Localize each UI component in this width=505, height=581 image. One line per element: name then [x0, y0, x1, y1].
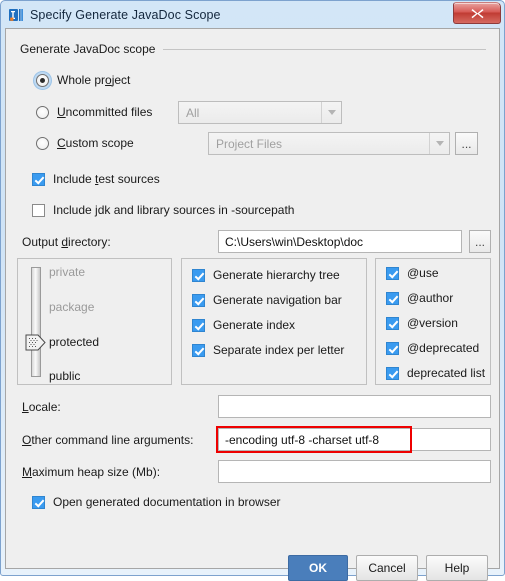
checkbox-open-in-browser-box[interactable]	[32, 495, 45, 509]
checkbox-tag-author[interactable]: @author	[386, 291, 453, 305]
checkbox-tag-version[interactable]: @version	[386, 316, 458, 330]
checkbox-include-jdk-library-sources-box[interactable]	[32, 203, 45, 217]
max-heap-field[interactable]	[218, 460, 491, 483]
checkbox-include-test-sources-box[interactable]	[32, 172, 45, 186]
radio-uncommitted-files[interactable]: Uncommitted files	[36, 105, 152, 119]
checkbox-tag-deprecated-label: @deprecated	[407, 341, 480, 355]
intellij-idea-icon	[8, 7, 24, 23]
group-title-generate-javadoc-scope: Generate JavaDoc scope	[20, 42, 486, 56]
visibility-label-private[interactable]: private	[49, 265, 85, 279]
radio-uncommitted-files-indicator[interactable]	[36, 105, 49, 119]
checkbox-generate-hierarchy-tree-label: Generate hierarchy tree	[213, 268, 340, 282]
checkbox-tag-author-box[interactable]	[386, 291, 399, 305]
visibility-label-protected[interactable]: protected	[49, 335, 99, 349]
close-button[interactable]	[453, 2, 501, 24]
group-title-label: Generate JavaDoc scope	[20, 42, 156, 56]
radio-custom-scope-label: Custom scope	[57, 136, 134, 150]
radio-custom-scope[interactable]: Custom scope	[36, 136, 134, 150]
checkbox-include-jdk-library-sources[interactable]: Include jdk and library sources in -sour…	[32, 203, 294, 217]
generate-options-panel: Generate hierarchy tree Generate navigat…	[181, 258, 367, 385]
checkbox-tag-use-box[interactable]	[386, 266, 399, 280]
cancel-button[interactable]: Cancel	[356, 555, 418, 581]
checkbox-tag-use-label: @use	[407, 266, 439, 280]
checkbox-generate-index[interactable]: Generate index	[192, 318, 295, 332]
group-title-rule	[163, 48, 486, 50]
visibility-label-public[interactable]: public	[49, 369, 80, 383]
radio-whole-project-indicator[interactable]	[36, 73, 49, 87]
uncommitted-files-combo[interactable]: All	[178, 101, 342, 124]
checkbox-deprecated-list-label: deprecated list	[407, 366, 486, 380]
checkbox-generate-navigation-bar-box[interactable]	[192, 293, 205, 307]
title-bar: Specify Generate JavaDoc Scope	[1, 1, 504, 28]
visibility-panel: private package protected public	[17, 258, 172, 385]
checkbox-tag-version-label: @version	[407, 316, 458, 330]
window-title: Specify Generate JavaDoc Scope	[30, 7, 221, 22]
help-button[interactable]: Help	[426, 555, 488, 581]
checkbox-separate-index-per-letter-label: Separate index per letter	[213, 343, 345, 357]
dialog-window: Specify Generate JavaDoc Scope Generate …	[0, 0, 505, 581]
checkbox-tag-deprecated-box[interactable]	[386, 341, 399, 355]
checkbox-open-in-browser[interactable]: Open generated documentation in browser	[32, 495, 281, 509]
checkbox-tag-use[interactable]: @use	[386, 266, 439, 280]
other-args-label: Other command line arguments:	[22, 433, 194, 447]
output-directory-label: Output directory:	[22, 235, 111, 249]
checkbox-separate-index-per-letter-box[interactable]	[192, 343, 205, 357]
chevron-down-icon	[321, 102, 341, 123]
checkbox-separate-index-per-letter[interactable]: Separate index per letter	[192, 343, 344, 357]
checkbox-tag-deprecated[interactable]: @deprecated	[386, 341, 479, 355]
checkbox-generate-hierarchy-tree-box[interactable]	[192, 268, 205, 282]
radio-whole-project-label: Whole project	[57, 73, 131, 87]
custom-scope-combo[interactable]: Project Files	[208, 132, 450, 155]
uncommitted-files-combo-value: All	[186, 105, 200, 120]
output-directory-value: C:\Users\win\Desktop\doc	[225, 234, 364, 249]
checkbox-generate-index-label: Generate index	[213, 318, 296, 332]
radio-custom-scope-indicator[interactable]	[36, 136, 49, 150]
ok-button[interactable]: OK	[288, 555, 348, 581]
checkbox-include-jdk-library-sources-label: Include jdk and library sources in -sour…	[53, 203, 295, 217]
checkbox-generate-hierarchy-tree[interactable]: Generate hierarchy tree	[192, 268, 340, 282]
checkbox-open-in-browser-label: Open generated documentation in browser	[53, 495, 281, 509]
radio-uncommitted-files-label: Uncommitted files	[57, 105, 153, 119]
checkbox-deprecated-list[interactable]: deprecated list	[386, 366, 485, 380]
checkbox-generate-navigation-bar-label: Generate navigation bar	[213, 293, 342, 307]
locale-field[interactable]	[218, 395, 491, 418]
checkbox-include-test-sources-label: Include test sources	[53, 172, 160, 186]
visibility-label-package[interactable]: package	[49, 300, 94, 314]
chevron-down-icon	[429, 133, 449, 154]
other-args-value: -encoding utf-8 -charset utf-8	[225, 432, 380, 447]
dialog-body: Generate JavaDoc scope Whole project Unc…	[5, 28, 500, 581]
checkbox-generate-navigation-bar[interactable]: Generate navigation bar	[192, 293, 342, 307]
visibility-slider-track[interactable]	[31, 267, 41, 377]
checkbox-tag-author-label: @author	[407, 291, 454, 305]
radio-whole-project[interactable]: Whole project	[36, 73, 130, 87]
custom-scope-combo-value: Project Files	[216, 136, 283, 151]
custom-scope-browse-button[interactable]: ...	[455, 132, 478, 155]
close-icon	[471, 8, 483, 18]
tag-options-panel: @use @author @version @deprecated deprec…	[375, 258, 491, 385]
max-heap-label: Maximum heap size (Mb):	[22, 465, 161, 479]
output-directory-field[interactable]: C:\Users\win\Desktop\doc	[218, 230, 462, 253]
locale-label: Locale:	[22, 400, 61, 414]
other-args-field[interactable]: -encoding utf-8 -charset utf-8	[218, 428, 491, 451]
checkbox-deprecated-list-box[interactable]	[386, 366, 399, 380]
checkbox-include-test-sources[interactable]: Include test sources	[32, 172, 160, 186]
output-directory-browse-button[interactable]: ...	[469, 230, 491, 253]
checkbox-tag-version-box[interactable]	[386, 316, 399, 330]
checkbox-generate-index-box[interactable]	[192, 318, 205, 332]
